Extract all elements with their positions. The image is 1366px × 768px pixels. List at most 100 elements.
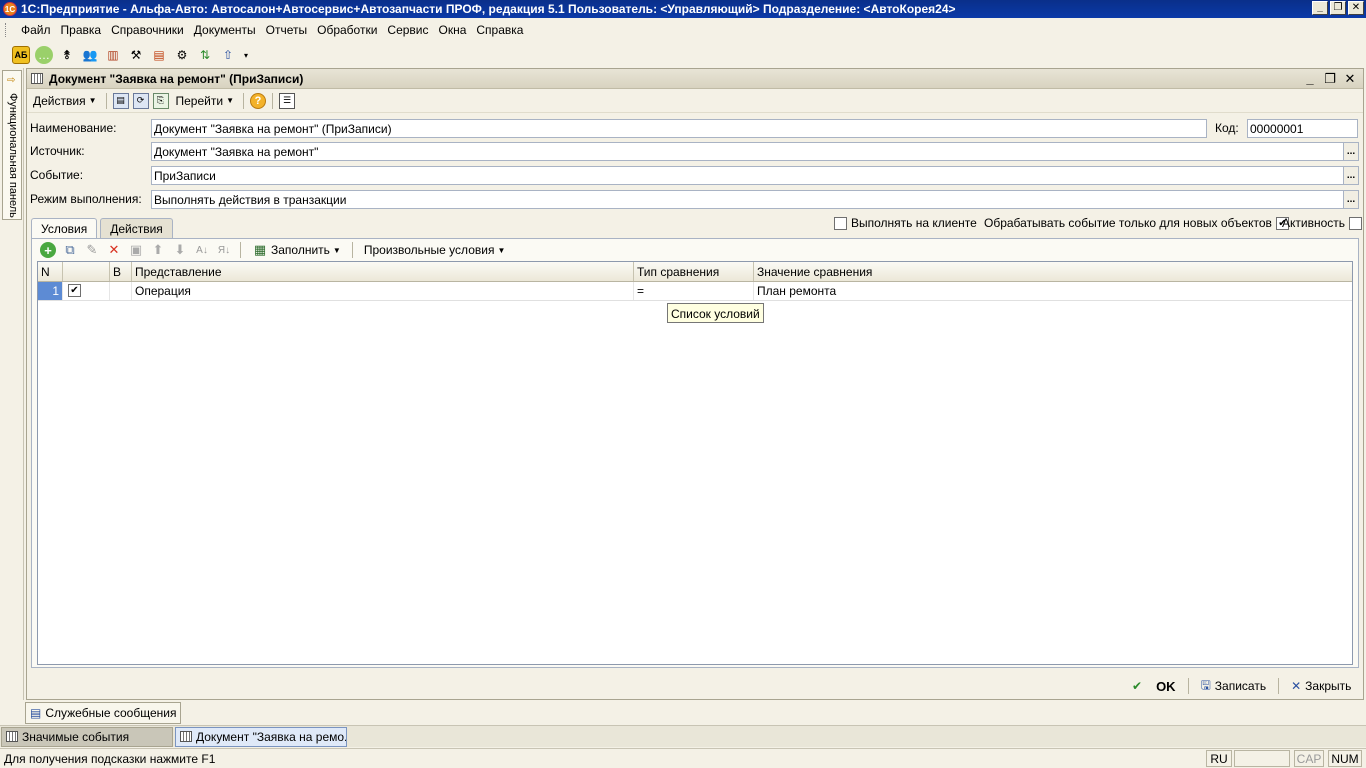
chevron-down-icon: ▼ <box>226 96 234 105</box>
move-down-icon[interactable]: ⬇ <box>172 242 188 258</box>
tab-conditions[interactable]: Условия <box>31 218 98 239</box>
toolbar-more-icon[interactable]: ▾ <box>242 46 250 64</box>
menu-documents[interactable]: Документы <box>189 23 261 37</box>
event-row: Событие: ПриЗаписи ... <box>30 165 1360 185</box>
mode-select-button[interactable]: ... <box>1343 189 1359 209</box>
name-row: Наименование: Документ "Заявка на ремонт… <box>30 118 1360 138</box>
end-edit-icon[interactable]: ▣ <box>128 242 144 258</box>
row-compare-type-cell[interactable]: = <box>634 282 754 300</box>
column-header-n[interactable]: N <box>38 262 63 281</box>
add-icon[interactable]: + <box>40 242 56 258</box>
gear-icon[interactable]: ⚙ <box>173 46 191 64</box>
num-indicator: NUM <box>1328 750 1362 767</box>
close-form-button[interactable]: ✕ Закрыть <box>1287 679 1355 693</box>
menu-windows[interactable]: Окна <box>434 23 472 37</box>
event-select-button[interactable]: ... <box>1343 165 1359 185</box>
doc-minimize-button[interactable]: _ <box>1303 71 1317 87</box>
close-button[interactable]: ✕ <box>1348 1 1364 15</box>
name-field[interactable]: Документ "Заявка на ремонт" (ПриЗаписи) <box>151 118 1207 138</box>
help-icon[interactable]: ? <box>249 92 266 109</box>
fill-menu-button[interactable]: ▦ Заполнить ▼ <box>249 241 344 259</box>
user-icon[interactable]: ⥉ <box>58 46 76 64</box>
add-copy-icon[interactable]: ⧉ <box>62 242 78 258</box>
active-label: Активность <box>1282 216 1346 230</box>
save-button[interactable]: 🖫 Записать <box>1197 676 1271 697</box>
row-b-cell[interactable] <box>110 282 132 300</box>
event-field[interactable]: ПриЗаписи <box>151 165 1344 185</box>
source-select-button[interactable]: ... <box>1343 141 1359 161</box>
group-icon[interactable]: ▥ <box>104 46 122 64</box>
toolbar-separator <box>240 242 241 258</box>
mode-label: Режим выполнения: <box>30 192 142 206</box>
active-checkbox[interactable] <box>1349 216 1363 230</box>
table-row[interactable]: 1 ✔ Операция = План ремонта <box>38 282 1352 301</box>
chat-icon[interactable]: … <box>35 46 53 64</box>
menu-help[interactable]: Справка <box>471 23 528 37</box>
service-messages-tab[interactable]: ▤ Служебные сообщения <box>25 702 182 724</box>
custom-conditions-menu-button[interactable]: Произвольные условия ▼ <box>361 242 509 258</box>
exchange-icon[interactable]: ⇅ <box>196 46 214 64</box>
tools-icon[interactable]: ⚒ <box>127 46 145 64</box>
pin-icon: ⇨ <box>7 75 16 86</box>
edit-icon[interactable]: ✎ <box>84 242 100 258</box>
task-label: Значимые события <box>22 729 130 744</box>
menu-processing[interactable]: Обработки <box>312 23 382 37</box>
caps-indicator: CAP <box>1294 750 1324 767</box>
menu-file[interactable]: Файл <box>16 23 56 37</box>
source-field[interactable]: Документ "Заявка на ремонт" <box>151 141 1344 161</box>
functional-panel-tab[interactable]: ⇨ Функциональная панель <box>2 70 22 220</box>
menu-catalogs[interactable]: Справочники <box>106 23 189 37</box>
new-only-checkbox-row[interactable]: Обрабатывать событие только для новых об… <box>984 215 1289 231</box>
messages-icon: ▤ <box>30 706 42 720</box>
row-compare-value-cell[interactable]: План ремонта <box>754 282 1352 300</box>
minimize-button[interactable]: _ <box>1312 1 1328 15</box>
structure-icon[interactable]: ☰ <box>278 92 295 109</box>
sort-asc-icon[interactable]: A↓ <box>194 242 210 258</box>
mode-field[interactable]: Выполнять действия в транзакции <box>151 189 1344 209</box>
upload-icon[interactable]: ⇧ <box>219 46 237 64</box>
code-field[interactable]: 00000001 <box>1247 118 1358 138</box>
books-icon[interactable]: ▤ <box>150 46 168 64</box>
menu-grip[interactable] <box>5 23 8 37</box>
calculator-icon[interactable]: АБ <box>12 46 30 64</box>
restore-button[interactable]: ❐ <box>1330 1 1346 15</box>
save-label: Записать <box>1214 679 1267 693</box>
doc-restore-button[interactable]: ❐ <box>1323 71 1337 87</box>
actions-label: Действия <box>33 93 86 108</box>
column-header-compare-value[interactable]: Значение сравнения <box>754 262 1352 281</box>
copy-icon[interactable]: ⎘ <box>152 92 169 109</box>
save-close-icon[interactable]: ▤ <box>112 92 129 109</box>
row-enabled-checkbox[interactable]: ✔ <box>68 284 81 297</box>
refresh-icon[interactable]: ⟳ <box>132 92 149 109</box>
doc-close-button[interactable]: ✕ <box>1343 71 1357 87</box>
column-header-b[interactable]: В <box>110 262 132 281</box>
run-on-client-checkbox-row[interactable]: Выполнять на клиенте <box>834 215 977 231</box>
column-header-check[interactable] <box>63 262 110 281</box>
actions-menu-button[interactable]: Действия ▼ <box>30 93 100 109</box>
delete-icon[interactable]: ✕ <box>106 242 122 258</box>
row-enabled-cell[interactable]: ✔ <box>63 282 110 300</box>
source-row: Источник: Документ "Заявка на ремонт" ..… <box>30 141 1360 161</box>
row-view-cell[interactable]: Операция <box>132 282 634 300</box>
close-label: Закрыть <box>1305 679 1352 693</box>
users-icon[interactable]: 👥 <box>81 46 99 64</box>
empty-indicator <box>1234 750 1290 767</box>
task-repair-request-document[interactable]: Документ "Заявка на ремо... <box>175 726 347 747</box>
sort-desc-icon[interactable]: Я↓ <box>216 242 232 258</box>
menu-reports[interactable]: Отчеты <box>261 23 312 37</box>
document-titlebar: Документ "Заявка на ремонт" (ПриЗаписи) … <box>27 69 1363 89</box>
run-on-client-checkbox[interactable] <box>834 216 847 230</box>
goto-menu-button[interactable]: Перейти ▼ <box>173 93 237 109</box>
menu-service[interactable]: Сервис <box>382 23 433 37</box>
active-checkbox-row[interactable]: Активность <box>1282 215 1363 231</box>
column-header-compare-type[interactable]: Тип сравнения <box>634 262 754 281</box>
functional-panel-label: Функциональная панель <box>7 93 19 218</box>
task-significant-events[interactable]: Значимые события <box>1 726 173 747</box>
menu-edit[interactable]: Правка <box>56 23 107 37</box>
table-icon: ▦ <box>253 242 267 257</box>
ok-button[interactable]: OK <box>1152 679 1180 694</box>
column-header-view[interactable]: Представление <box>132 262 634 281</box>
move-up-icon[interactable]: ⬆ <box>150 242 166 258</box>
tab-actions[interactable]: Действия <box>100 218 173 238</box>
service-messages-label: Служебные сообщения <box>45 706 177 720</box>
